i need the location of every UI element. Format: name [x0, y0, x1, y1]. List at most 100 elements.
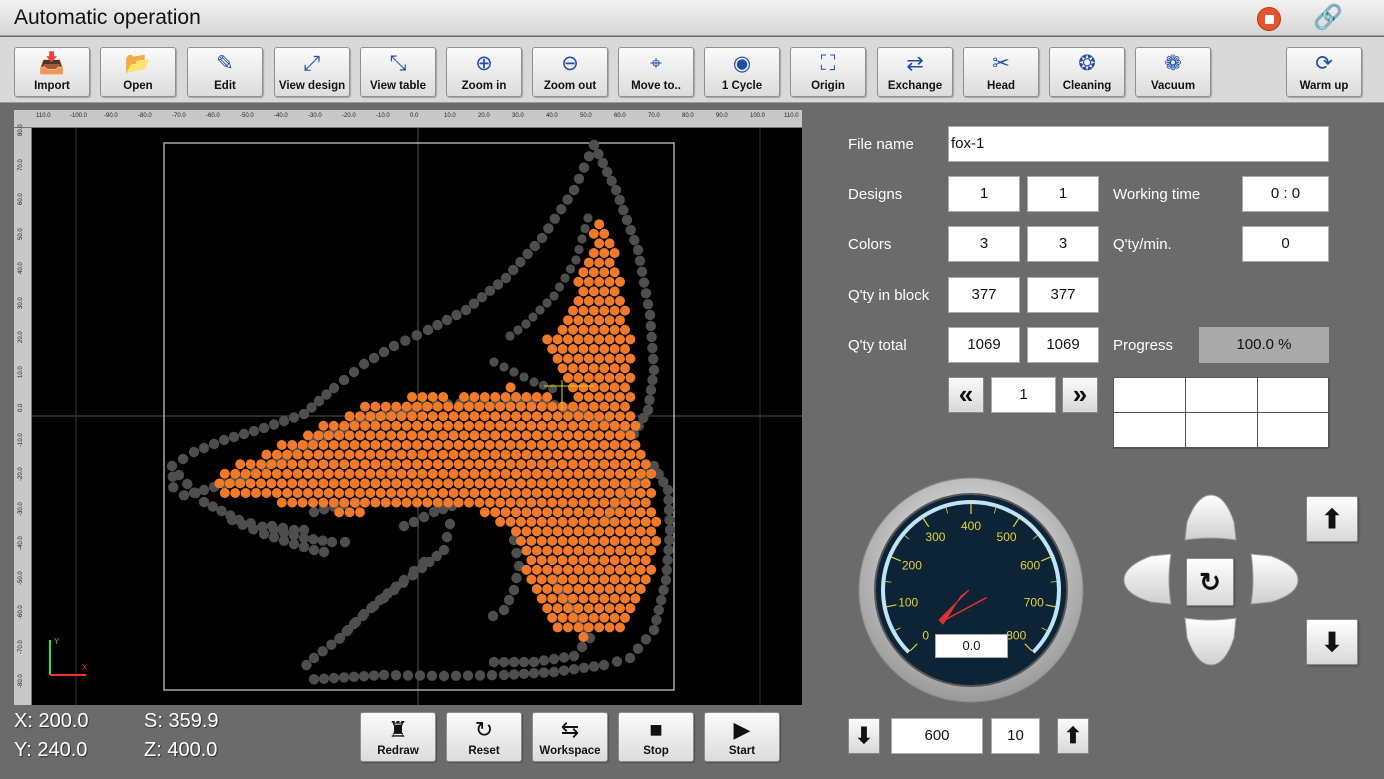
z-down-button[interactable]: ⬇ [1306, 619, 1358, 665]
exchange-button[interactable]: ⇄ Exchange [877, 47, 953, 97]
fill-dot [453, 497, 464, 508]
view-table-icon: ⤡ [389, 52, 407, 75]
edit-button[interactable]: ✎ Edit [187, 47, 263, 97]
view-table-button[interactable]: ⤡ View table [360, 47, 436, 97]
gauge-tick-label: 400 [961, 519, 981, 533]
designs-field-b[interactable]: 1 [1027, 176, 1099, 212]
link-icon[interactable]: 🔗 [1313, 4, 1343, 32]
redraw-button[interactable]: ♜ Redraw [360, 712, 436, 762]
fill-dot [349, 440, 360, 450]
fill-dot [599, 344, 610, 354]
file-name-field[interactable]: fox-1 [948, 126, 1329, 162]
fill-dot [588, 497, 599, 508]
fill-dot [355, 507, 365, 518]
fill-dot [594, 276, 605, 287]
view-design-button[interactable]: ⤢ View design [274, 47, 350, 97]
fill-dot [479, 411, 490, 422]
z-up-button[interactable]: ⬆ [1306, 496, 1358, 542]
fill-dot [563, 507, 573, 518]
zoom-in-button[interactable]: ⊕ Zoom in [446, 47, 522, 97]
fill-dot [578, 612, 589, 623]
ruler-left-tick: -60.0 [18, 605, 24, 619]
fill-dot [547, 555, 558, 566]
vacuum-button[interactable]: ❁ Vacuum [1135, 47, 1211, 97]
move-down-button[interactable] [1184, 617, 1237, 666]
fill-dot [318, 420, 329, 431]
move-up-button[interactable] [1184, 494, 1237, 541]
move-to-button[interactable]: ⌖ Move to.. [618, 47, 694, 97]
prev-page-button[interactable]: « [948, 377, 984, 413]
table-cell[interactable] [1186, 413, 1258, 448]
fill-dot [401, 459, 412, 470]
designs-field-a[interactable]: 1 [948, 176, 1020, 212]
table-cell[interactable] [1114, 413, 1186, 448]
qty-in-block-field-a[interactable]: 377 [948, 277, 1020, 313]
qty-in-block-field-b[interactable]: 377 [1027, 277, 1099, 313]
fill-dot [484, 478, 495, 489]
fill-dot [417, 468, 428, 479]
fill-dot [505, 382, 516, 393]
ruler-top-tick: -30.0 [308, 113, 322, 119]
import-label: Import [34, 80, 70, 92]
fill-dot [276, 497, 287, 508]
fill-dot [349, 459, 360, 470]
fill-dot [479, 488, 490, 498]
outline-dot [558, 652, 570, 663]
table-cell[interactable] [1258, 378, 1330, 413]
next-page-button[interactable]: » [1062, 377, 1098, 413]
designs-label: Designs [848, 186, 903, 203]
stop-record-icon[interactable] [1257, 7, 1281, 31]
return-home-button[interactable]: ↻ [1186, 558, 1234, 606]
workspace-button[interactable]: ⇆ Workspace [532, 712, 608, 762]
fill-dot [417, 449, 428, 460]
colors-field-b[interactable]: 3 [1027, 226, 1099, 262]
colors-field-a[interactable]: 3 [948, 226, 1020, 262]
move-left-button[interactable] [1123, 553, 1172, 605]
table-cell[interactable] [1114, 378, 1186, 413]
fill-dot [443, 420, 454, 431]
start-button[interactable]: ▶ Start [704, 712, 780, 762]
table-cell[interactable] [1186, 378, 1258, 413]
qty-total-field-a[interactable]: 1069 [948, 327, 1020, 363]
ruler-left-tick: 20.0 [18, 331, 24, 343]
fill-dot [604, 430, 615, 441]
import-button[interactable]: 📥 Import [14, 47, 90, 97]
open-button[interactable]: 📂 Open [100, 47, 176, 97]
fill-dot [563, 468, 573, 479]
fill-dot [615, 430, 625, 441]
fill-dot [511, 449, 521, 460]
warm-up-button[interactable]: ⟳ Warm up [1286, 47, 1362, 97]
stop-button[interactable]: ■ Stop [618, 712, 694, 762]
fill-dot [391, 401, 402, 412]
cleaning-button[interactable]: ❂ Cleaning [1049, 47, 1125, 97]
speed-value-field[interactable]: 600 [891, 718, 983, 754]
fill-dot [521, 488, 532, 498]
speed-step-field[interactable]: 10 [991, 718, 1040, 754]
move-right-button[interactable] [1250, 553, 1299, 605]
one-cycle-button[interactable]: ◉ 1 Cycle [704, 47, 780, 97]
fill-dot [401, 478, 412, 489]
design-canvas[interactable]: YX [14, 110, 802, 705]
head-button[interactable]: ✂ Head [963, 47, 1039, 97]
speed-up-button[interactable]: ⬆ [1057, 718, 1089, 754]
outline-dot [489, 357, 499, 367]
fill-dot [640, 555, 651, 566]
fill-dot [552, 584, 563, 594]
qty-total-field-b[interactable]: 1069 [1027, 327, 1099, 363]
speed-down-button[interactable]: ⬇ [848, 718, 880, 754]
page-number-field[interactable]: 1 [991, 377, 1056, 413]
reset-button[interactable]: ↻ Reset [446, 712, 522, 762]
fill-dot [380, 478, 391, 489]
outline-dot [509, 367, 519, 377]
ruler-top-tick: -60.0 [206, 113, 220, 119]
fill-dot [448, 430, 459, 441]
fill-dot [568, 440, 578, 450]
origin-button[interactable]: ⛶ Origin [790, 47, 866, 97]
zoom-out-button[interactable]: ⊖ Zoom out [532, 47, 608, 97]
fill-dot [511, 430, 521, 441]
fill-dot [505, 459, 516, 470]
fill-dot [578, 497, 589, 508]
fill-dot [609, 305, 620, 316]
outline-dot [664, 514, 675, 526]
table-cell[interactable] [1258, 413, 1330, 448]
